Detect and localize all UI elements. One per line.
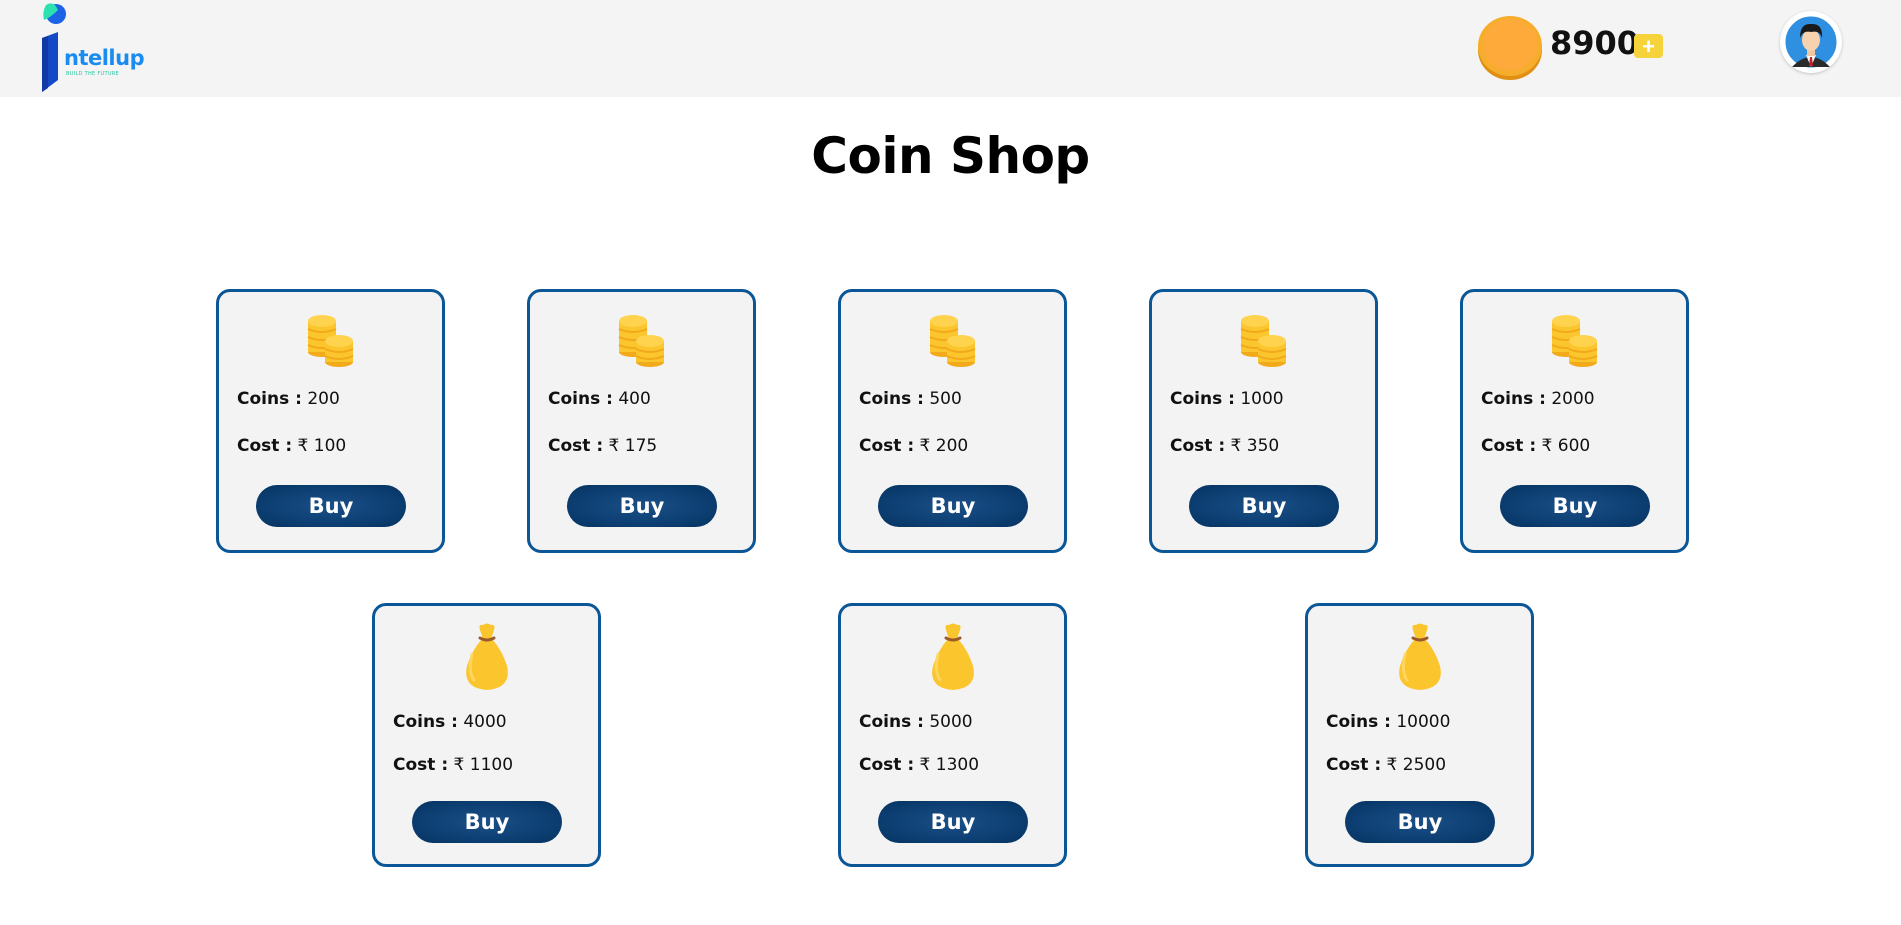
cost-value: ₹ 1100 <box>453 755 514 775</box>
coin-icon <box>1478 16 1542 76</box>
coins-amount: Coins : 500 <box>859 389 962 409</box>
coins-label: Coins : <box>859 389 924 409</box>
coins-amount: Coins : 10000 <box>1326 712 1450 732</box>
cost-value: ₹ 600 <box>1541 436 1591 456</box>
user-avatar[interactable] <box>1780 11 1842 73</box>
coins-amount: Coins : 1000 <box>1170 389 1284 409</box>
buy-button[interactable]: Buy <box>878 801 1028 843</box>
cost-amount: Cost : ₹ 350 <box>1170 436 1279 456</box>
money-bag-icon <box>841 622 1064 694</box>
cost-value: ₹ 200 <box>919 436 969 456</box>
buy-button[interactable]: Buy <box>256 485 406 527</box>
cost-label: Cost : <box>548 436 604 456</box>
coins-value: 10000 <box>1396 712 1451 732</box>
coins-value: 4000 <box>463 712 507 732</box>
coin-stack-icon <box>530 312 753 368</box>
money-bag-icon <box>375 622 598 694</box>
cost-label: Cost : <box>237 436 293 456</box>
coins-label: Coins : <box>1481 389 1546 409</box>
coins-label: Coins : <box>393 712 458 732</box>
logo-tagline: BUILD THE FUTURE <box>66 71 120 77</box>
coins-value: 2000 <box>1551 389 1595 409</box>
coins-value: 400 <box>618 389 651 409</box>
coin-pack-card: Coins : 1000 Cost : ₹ 350 Buy <box>1149 289 1378 553</box>
cost-value: ₹ 100 <box>297 436 347 456</box>
coin-stack-icon <box>1152 312 1375 368</box>
buy-button[interactable]: Buy <box>1500 485 1650 527</box>
cost-label: Cost : <box>1326 755 1382 775</box>
page-title: Coin Shop <box>811 127 1090 185</box>
add-coins-button[interactable]: + <box>1634 34 1663 58</box>
coins-label: Coins : <box>548 389 613 409</box>
cost-amount: Cost : ₹ 1100 <box>393 755 513 775</box>
coin-pack-card: Coins : 400 Cost : ₹ 175 Buy <box>527 289 756 553</box>
coins-value: 500 <box>929 389 962 409</box>
cost-label: Cost : <box>859 436 915 456</box>
buy-button[interactable]: Buy <box>412 801 562 843</box>
coin-pack-card: Coins : 2000 Cost : ₹ 600 Buy <box>1460 289 1689 553</box>
coin-pack-card: Coins : 4000 Cost : ₹ 1100 Buy <box>372 603 601 867</box>
coins-amount: Coins : 400 <box>548 389 651 409</box>
money-bag-icon <box>1308 622 1531 694</box>
coins-value: 1000 <box>1240 389 1284 409</box>
cost-value: ₹ 350 <box>1230 436 1280 456</box>
cost-amount: Cost : ₹ 200 <box>859 436 968 456</box>
coins-value: 200 <box>307 389 340 409</box>
coins-amount: Coins : 4000 <box>393 712 507 732</box>
coins-amount: Coins : 2000 <box>1481 389 1595 409</box>
coin-pack-card: Coins : 5000 Cost : ₹ 1300 Buy <box>838 603 1067 867</box>
coin-balance: 8900 + <box>1476 14 1676 78</box>
coin-stack-icon <box>219 312 442 368</box>
logo-name: ntellup <box>64 46 145 70</box>
avatar-icon <box>1782 13 1840 71</box>
coin-balance-amount: 8900 <box>1550 24 1640 62</box>
cost-label: Cost : <box>859 755 915 775</box>
coins-value: 5000 <box>929 712 973 732</box>
cost-amount: Cost : ₹ 100 <box>237 436 346 456</box>
cost-amount: Cost : ₹ 2500 <box>1326 755 1446 775</box>
coin-pack-card: Coins : 10000 Cost : ₹ 2500 Buy <box>1305 603 1534 867</box>
cost-amount: Cost : ₹ 1300 <box>859 755 979 775</box>
cost-value: ₹ 2500 <box>1386 755 1447 775</box>
cost-label: Cost : <box>1170 436 1226 456</box>
buy-button[interactable]: Buy <box>878 485 1028 527</box>
cost-value: ₹ 175 <box>608 436 658 456</box>
coin-pack-card: Coins : 200 Cost : ₹ 100 Buy <box>216 289 445 553</box>
cost-label: Cost : <box>1481 436 1537 456</box>
coins-amount: Coins : 5000 <box>859 712 973 732</box>
buy-button[interactable]: Buy <box>1345 801 1495 843</box>
coins-label: Coins : <box>1170 389 1235 409</box>
coins-label: Coins : <box>1326 712 1391 732</box>
coin-stack-icon <box>1463 312 1686 368</box>
cost-amount: Cost : ₹ 600 <box>1481 436 1590 456</box>
cost-amount: Cost : ₹ 175 <box>548 436 657 456</box>
buy-button[interactable]: Buy <box>567 485 717 527</box>
coins-label: Coins : <box>237 389 302 409</box>
coins-amount: Coins : 200 <box>237 389 340 409</box>
cost-label: Cost : <box>393 755 449 775</box>
intellup-logo[interactable]: ntellup BUILD THE FUTURE <box>40 0 150 95</box>
cost-value: ₹ 1300 <box>919 755 980 775</box>
top-bar: ntellup BUILD THE FUTURE 8900 + <box>0 0 1901 97</box>
coins-label: Coins : <box>859 712 924 732</box>
buy-button[interactable]: Buy <box>1189 485 1339 527</box>
coin-pack-card: Coins : 500 Cost : ₹ 200 Buy <box>838 289 1067 553</box>
coin-stack-icon <box>841 312 1064 368</box>
